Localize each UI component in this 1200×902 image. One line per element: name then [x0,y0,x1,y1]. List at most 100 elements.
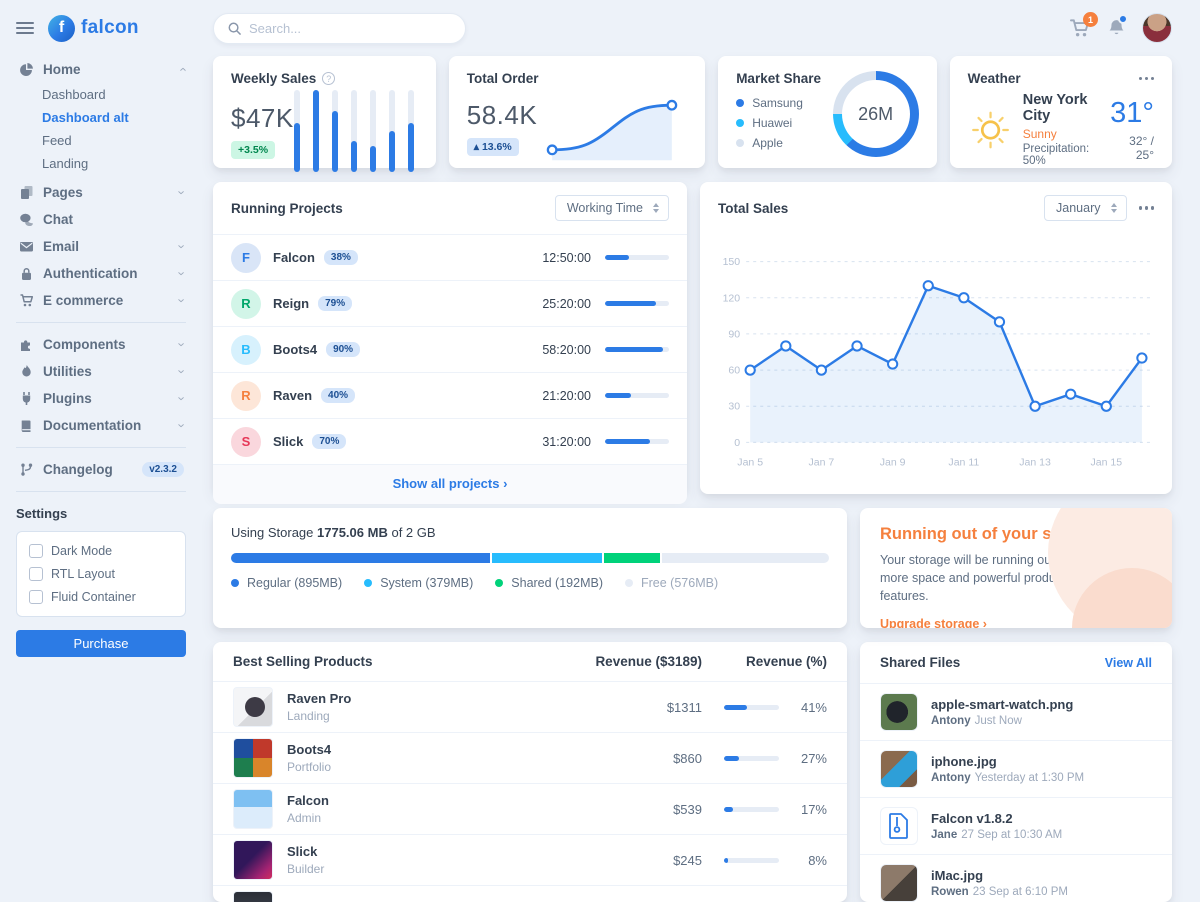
data-point[interactable] [924,281,933,290]
svg-text:Jan 9: Jan 9 [880,457,906,469]
data-point[interactable] [888,359,897,368]
svg-text:0: 0 [734,437,740,449]
weekly-sales-card: Weekly Sales ? $47K +3.5% [213,56,436,168]
svg-text:120: 120 [723,292,741,304]
sidebar-item-label: Plugins [43,391,171,406]
checkbox-dark-mode[interactable]: Dark Mode [29,544,173,558]
project-row-falcon[interactable]: FFalcon38%12:50:00 [213,234,687,280]
month-select[interactable]: January [1044,195,1126,221]
sidebar-subitem-dashboard-alt[interactable]: Dashboard alt [42,106,186,129]
svg-text:90: 90 [728,328,740,340]
project-row-slick[interactable]: SSlick70%31:20:00 [213,418,687,464]
project-row-boots4[interactable]: BBoots490%58:20:00 [213,326,687,372]
storage-legend-item: Shared (192MB) [495,576,603,590]
sidebar-item-plugins[interactable]: Plugins› [16,385,186,412]
checkbox-label: Fluid Container [51,590,136,604]
product-row-falcon[interactable]: FalconAdmin$53917% [213,783,847,834]
data-point[interactable] [1102,402,1111,411]
sidebar-item-email[interactable]: Email› [16,233,186,260]
sidebar-subitem-landing[interactable]: Landing [42,152,186,175]
notifications-button[interactable] [1107,18,1126,38]
sidebar-item-label: Pages [43,185,171,200]
sidebar-item-authentication[interactable]: Authentication› [16,260,186,287]
fire-icon [18,365,34,378]
sidebar-item-changelog[interactable]: Changelogv2.3.2 [16,456,186,483]
sidebar-item-chat[interactable]: Chat [16,206,186,233]
search-input[interactable] [249,21,451,36]
sidebar-item-e-commerce[interactable]: E commerce› [16,287,186,314]
checkbox-rtl-layout[interactable]: RTL Layout [29,567,173,581]
product-percent: 27% [779,751,827,766]
sidebar-item-components[interactable]: Components› [16,331,186,358]
sidebar-subitem-feed[interactable]: Feed [42,129,186,152]
product-row-boots4[interactable]: Boots4Portfolio$86027% [213,732,847,783]
file-row-apple-smart-watch-png[interactable]: apple-smart-watch.pngAntonyJust Now [860,683,1172,740]
project-percent-badge: 40% [321,388,355,403]
product-revenue: $245 [576,853,702,868]
storage-legend: Regular (895MB)System (379MB)Shared (192… [231,576,829,590]
show-all-projects-link[interactable]: Show all projects › [393,476,508,491]
product-percent: 17% [779,802,827,817]
legend-item-samsung: Samsung [736,96,821,110]
upgrade-storage-link[interactable]: Upgrade storage › [880,617,987,628]
sun-icon [968,102,1013,158]
data-point[interactable] [959,293,968,302]
total-sales-card: Total Sales January 0306090120150Jan 5Ja… [700,182,1172,494]
svg-text:30: 30 [728,401,740,413]
cart-button[interactable]: 1 [1070,18,1091,38]
project-name: Boots4 [273,342,317,357]
checkbox [29,544,43,558]
user-avatar[interactable] [1142,13,1172,43]
view-all-link[interactable]: View All [1105,656,1152,670]
data-point[interactable] [995,317,1004,326]
search-box[interactable] [213,13,466,44]
sidebar-item-label: Authentication [43,266,171,281]
project-row-raven[interactable]: RRaven40%21:20:00 [213,372,687,418]
sort-icon [653,203,659,213]
product-row-slick[interactable]: SlickBuilder$2458% [213,834,847,885]
sidebar: f falcon Home›DashboardDashboard altFeed… [0,0,200,900]
falcon-logo-text: falcon [81,17,139,39]
sidebar-item-pages[interactable]: Pages› [16,179,186,206]
project-row-reign[interactable]: RReign79%25:20:00 [213,280,687,326]
data-point[interactable] [1066,390,1075,399]
product-name: Boots4 [287,742,576,757]
data-point[interactable] [781,341,790,350]
sidebar-item-documentation[interactable]: Documentation› [16,412,186,439]
falcon-logo[interactable]: f falcon [48,15,139,42]
project-percent-badge: 70% [312,434,346,449]
working-time-select[interactable]: Working Time [555,195,669,221]
data-point[interactable] [1137,353,1146,362]
cart-badge: 1 [1083,12,1098,27]
product-progress-bar [724,807,779,812]
file-name: iMac.jpg [931,868,1068,883]
file-time: Just Now [975,715,1022,727]
sidebar-item-home[interactable]: Home› [16,56,186,83]
photo-thumbnail [880,693,918,731]
product-row[interactable] [213,885,847,902]
hamburger-menu-icon[interactable] [16,22,34,34]
checkbox-fluid-container[interactable]: Fluid Container [29,590,173,604]
data-point[interactable] [817,365,826,374]
purchase-button[interactable]: Purchase [16,630,186,657]
bar [408,90,414,172]
storage-legend-item: System (379MB) [364,576,473,590]
data-point[interactable] [746,365,755,374]
shared-files-card: Shared Files View All apple-smart-watch.… [860,642,1172,902]
product-row-raven-pro[interactable]: Raven ProLanding$131141% [213,681,847,732]
sidebar-subitem-dashboard[interactable]: Dashboard [42,83,186,106]
legend-label: Huawei [752,116,792,130]
file-row-imac-jpg[interactable]: iMac.jpgRowen23 Sep at 6:10 PM [860,854,1172,902]
book-icon [18,419,34,432]
market-share-card: Market Share SamsungHuaweiApple 26M [718,56,936,168]
project-progress-bar [605,439,669,444]
storage-used-value: 1775.06 MB [317,525,388,540]
total-sales-menu-ellipsis-icon[interactable] [1139,206,1155,210]
sidebar-item-utilities[interactable]: Utilities› [16,358,186,385]
data-point[interactable] [1030,402,1039,411]
file-row-iphone-jpg[interactable]: iphone.jpgAntonyYesterday at 1:30 PM [860,740,1172,797]
help-icon[interactable]: ? [322,72,335,85]
weather-menu-ellipsis-icon[interactable] [1139,77,1155,81]
file-row-falcon-v1-8-2[interactable]: Falcon v1.8.2Jane27 Sep at 10:30 AM [860,797,1172,854]
data-point[interactable] [852,341,861,350]
